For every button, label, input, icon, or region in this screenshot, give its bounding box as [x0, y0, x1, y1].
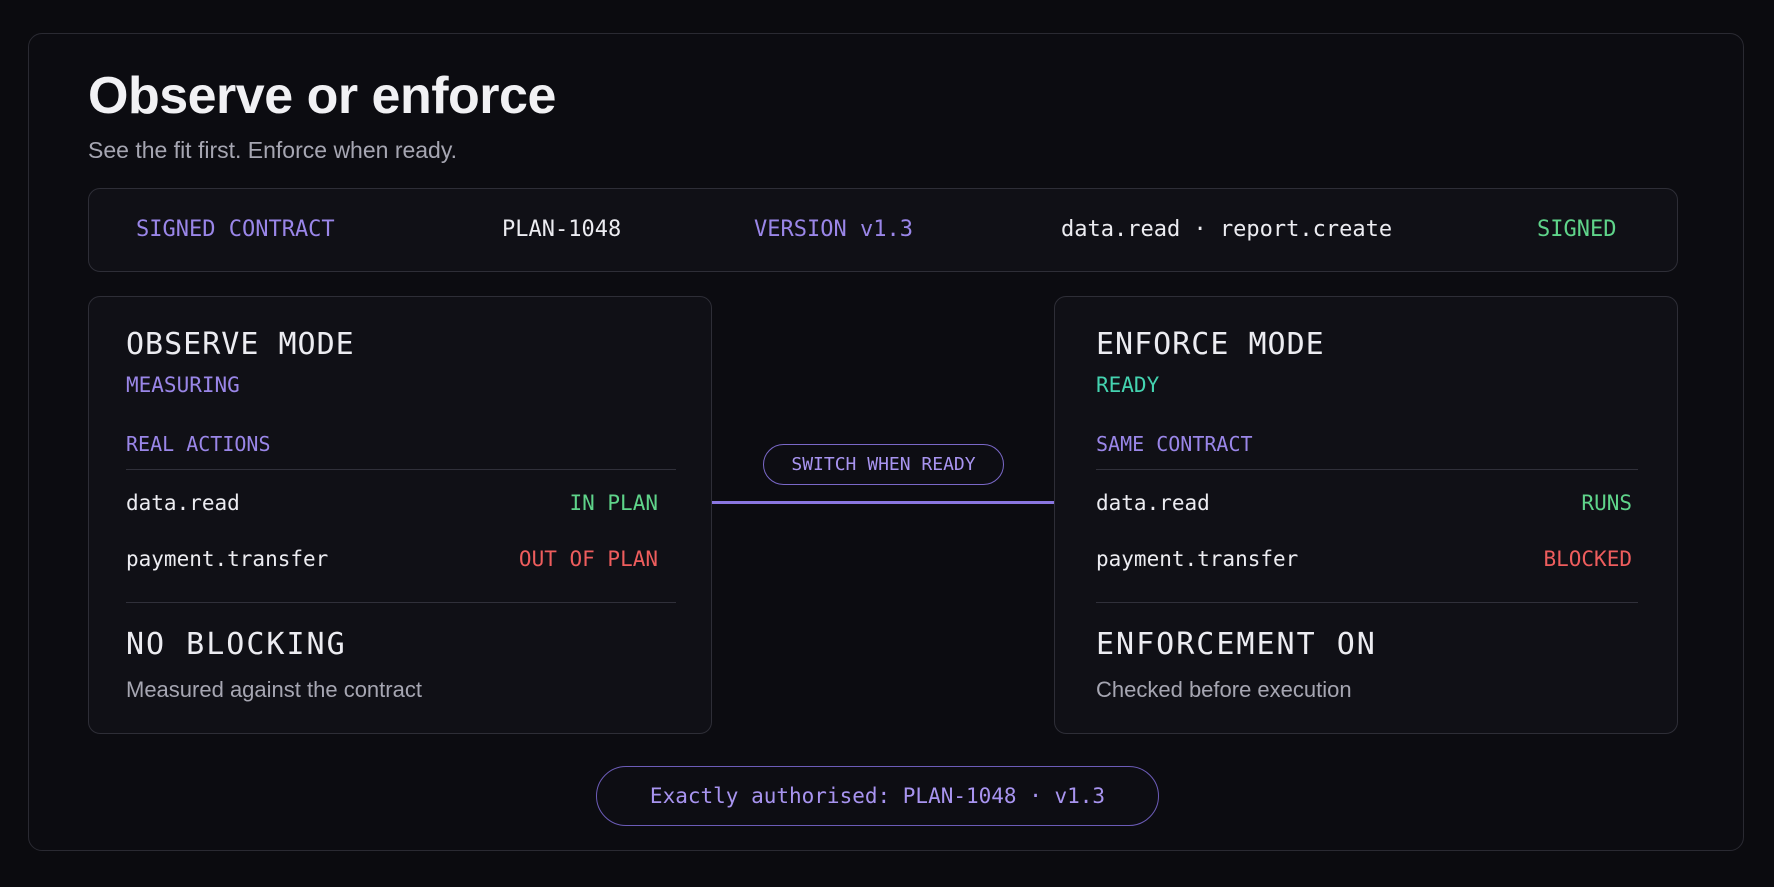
- authorisation-badge: Exactly authorised: PLAN-1048 · v1.3: [596, 766, 1159, 826]
- contract-scopes: data.read · report.create: [1061, 217, 1393, 242]
- enforce-mode-panel: ENFORCE MODE READY SAME CONTRACT data.re…: [1054, 296, 1678, 734]
- contract-version: VERSION v1.3: [754, 217, 913, 242]
- enforce-action-name: data.read: [1096, 491, 1210, 515]
- contract-label: SIGNED CONTRACT: [136, 217, 335, 242]
- observe-divider-bottom: [126, 602, 676, 603]
- contract-bar: SIGNED CONTRACT PLAN-1048 VERSION v1.3 d…: [88, 188, 1678, 272]
- observe-mode-state: MEASURING: [126, 373, 240, 397]
- contract-status-badge: SIGNED: [1537, 217, 1617, 242]
- page-title: Observe or enforce: [88, 67, 556, 125]
- observe-footer-title: NO BLOCKING: [126, 627, 347, 662]
- enforce-action-result: BLOCKED: [1543, 547, 1632, 571]
- observe-mode-title: OBSERVE MODE: [126, 327, 355, 362]
- switch-when-ready-badge: SWITCH WHEN READY: [763, 444, 1004, 485]
- observe-action-result: IN PLAN: [569, 491, 658, 515]
- mode-connector-line: [712, 501, 1054, 504]
- enforce-mode-state: READY: [1096, 373, 1160, 397]
- enforce-divider-top: [1096, 469, 1638, 470]
- observe-footer-description: Measured against the contract: [126, 677, 422, 702]
- enforce-section-label: SAME CONTRACT: [1096, 432, 1253, 456]
- page-subtitle: See the fit first. Enforce when ready.: [88, 137, 458, 163]
- observe-mode-panel: OBSERVE MODE MEASURING REAL ACTIONS data…: [88, 296, 712, 734]
- enforce-action-name: payment.transfer: [1096, 547, 1299, 571]
- enforce-footer-description: Checked before execution: [1096, 677, 1352, 702]
- observe-action-result: OUT OF PLAN: [518, 547, 658, 571]
- observe-section-label: REAL ACTIONS: [126, 432, 271, 456]
- enforce-mode-title: ENFORCE MODE: [1096, 327, 1325, 362]
- enforce-footer-title: ENFORCEMENT ON: [1096, 627, 1377, 662]
- enforce-divider-bottom: [1096, 602, 1638, 603]
- observe-action-name: payment.transfer: [126, 547, 329, 571]
- observe-action-name: data.read: [126, 491, 240, 515]
- observe-divider-top: [126, 469, 676, 470]
- contract-plan-id: PLAN-1048: [502, 217, 622, 242]
- enforce-action-result: RUNS: [1581, 491, 1632, 515]
